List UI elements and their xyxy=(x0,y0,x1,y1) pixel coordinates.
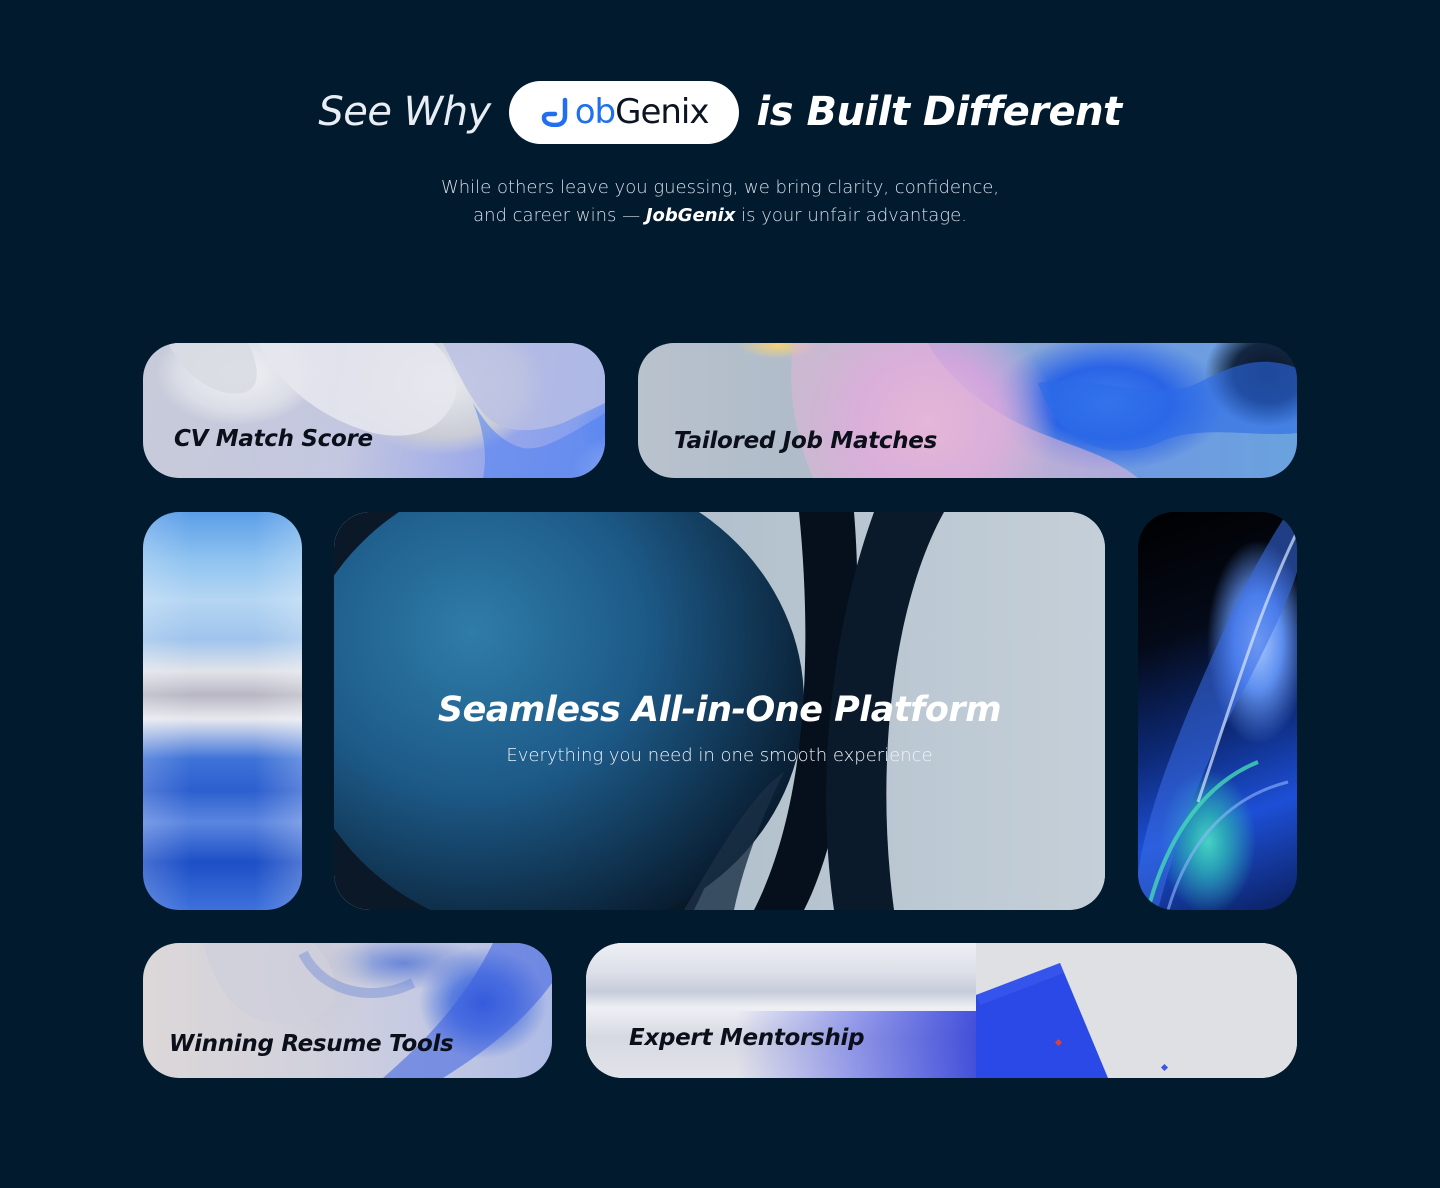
subtitle-brand: JobGenix xyxy=(645,205,736,226)
card-label-tailored: Tailored Job Matches xyxy=(674,428,937,454)
logo-wordmark: obGenix xyxy=(574,92,710,132)
tailored-card-artwork xyxy=(791,343,1297,478)
card-label-winning: Winning Resume Tools xyxy=(169,1031,454,1057)
feature-card-expert-mentorship[interactable]: Expert Mentorship xyxy=(586,943,1297,1078)
jobgenix-logo-icon xyxy=(541,97,567,127)
platform-title: Seamless All-in-One Platform xyxy=(437,690,1002,730)
card-label-cv-match: CV Match Score xyxy=(174,426,373,452)
expert-card-left-panel xyxy=(586,943,976,1078)
subtitle-line-2: and career wins — JobGenix is your unfai… xyxy=(0,202,1440,230)
feature-card-cv-match[interactable]: CV Match Score xyxy=(143,343,605,478)
section-subtitle: While others leave you guessing, we brin… xyxy=(0,174,1440,230)
feature-card-all-in-one-platform[interactable]: Seamless All-in-One Platform Everything … xyxy=(334,512,1105,910)
subtitle-line-1: While others leave you guessing, we brin… xyxy=(440,177,1000,198)
logo-text-genix: Genix xyxy=(615,92,709,132)
expert-card-artwork xyxy=(976,963,1108,1078)
cv-card-artwork xyxy=(168,343,605,478)
subtitle-line-2-end: is your unfair advantage. xyxy=(741,205,967,226)
card-label-expert: Expert Mentorship xyxy=(629,1025,865,1051)
right-card-artwork xyxy=(1138,512,1297,910)
expert-card-right-panel xyxy=(976,943,1297,1078)
logo-text-ob: ob xyxy=(574,92,616,132)
platform-subtitle: Everything you need in one smooth experi… xyxy=(506,745,933,766)
section-headline: See Why obGenix is Built Different xyxy=(0,80,1440,144)
feature-card-winning-resume-tools[interactable]: Winning Resume Tools xyxy=(143,943,552,1078)
feature-card-artwork-left xyxy=(143,512,302,910)
feature-card-tailored-job-matches[interactable]: Tailored Job Matches xyxy=(638,343,1297,478)
feature-card-artwork-right xyxy=(1138,512,1297,910)
headline-prefix: See Why xyxy=(318,89,491,135)
headline-suffix: is Built Different xyxy=(756,89,1123,135)
subtitle-line-2-start: and career wins — xyxy=(473,205,641,226)
jobgenix-logo: obGenix xyxy=(508,80,739,144)
winning-card-artwork xyxy=(203,943,552,1078)
